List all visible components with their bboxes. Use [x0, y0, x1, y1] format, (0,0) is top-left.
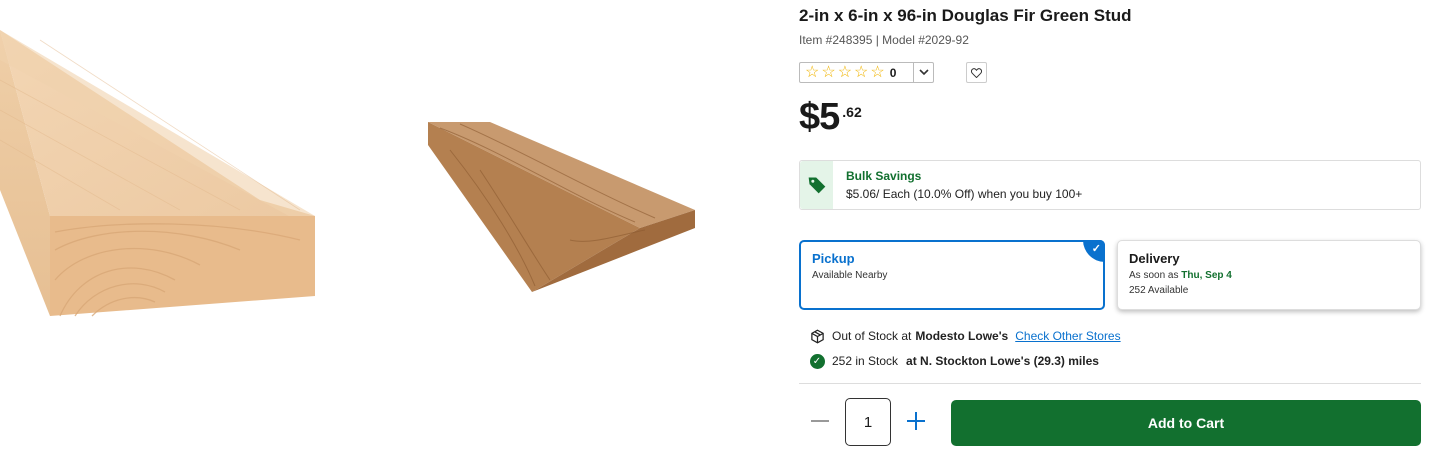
divider	[799, 383, 1421, 384]
item-model-number: Item #248395 | Model #2029-92	[799, 33, 969, 47]
star-icon: ☆	[837, 63, 853, 81]
increase-quantity-button[interactable]	[905, 410, 927, 432]
rating-dropdown[interactable]: ☆ ☆ ☆ ☆ ☆ 0	[799, 62, 934, 83]
delivery-available-count: 252 Available	[1129, 285, 1189, 296]
quantity-input[interactable]	[845, 398, 891, 446]
price-dollars: $5	[799, 96, 840, 138]
delivery-date: Thu, Sep 4	[1181, 270, 1232, 281]
product-image-angled-view[interactable]	[420, 110, 700, 300]
pickup-availability: Available Nearby	[812, 270, 888, 281]
fulfillment-options: Pickup Available Nearby ✓ Delivery As so…	[799, 240, 1421, 310]
star-icon: ☆	[854, 63, 869, 81]
box-icon	[809, 328, 825, 344]
rating-count: 0	[889, 65, 897, 80]
star-icon: ☆	[870, 63, 885, 81]
product-price: $5 .62	[799, 98, 862, 136]
heart-icon	[971, 67, 982, 78]
star-icon: ☆	[805, 63, 820, 81]
local-store-name: Modesto Lowe's	[915, 329, 1009, 343]
chevron-down-icon[interactable]	[913, 63, 933, 82]
stock-status-local: Out of Stock at Modesto Lowe's Check Oth…	[809, 328, 1121, 344]
stock-status-nearby: ✓ 252 in Stock at N. Stockton Lowe's (29…	[809, 353, 1099, 369]
bulk-savings-title: Bulk Savings	[846, 169, 922, 183]
product-info-panel: 2-in x 6-in x 96-in Douglas Fir Green St…	[799, 0, 1421, 453]
product-image-end-view[interactable]	[0, 20, 320, 330]
product-gallery	[0, 0, 760, 453]
nearby-store-name: at N. Stockton Lowe's (29.3) miles	[906, 354, 1099, 368]
delivery-eta: As soon as Thu, Sep 4	[1129, 270, 1409, 281]
minus-icon	[811, 420, 829, 422]
price-cents: .62	[842, 104, 862, 120]
stock-count-text: 252 in Stock	[832, 354, 899, 368]
add-to-cart-button[interactable]: Add to Cart	[951, 400, 1421, 446]
favorite-button[interactable]	[966, 62, 987, 83]
check-other-stores-link[interactable]: Check Other Stores	[1015, 329, 1120, 343]
decrease-quantity-button[interactable]	[809, 410, 831, 432]
check-circle-icon: ✓	[809, 353, 825, 369]
bulk-savings-description: $5.06/ Each (10.0% Off) when you buy 100…	[846, 187, 1083, 201]
bulk-savings-banner: Bulk Savings $5.06/ Each (10.0% Off) whe…	[799, 160, 1421, 210]
delivery-option[interactable]: Delivery As soon as Thu, Sep 4 252 Avail…	[1117, 240, 1421, 310]
pickup-title: Pickup	[812, 251, 855, 266]
delivery-title: Delivery	[1129, 251, 1180, 266]
star-rating: ☆ ☆ ☆ ☆ ☆	[805, 63, 885, 81]
star-icon: ☆	[821, 63, 836, 81]
pickup-option[interactable]: Pickup Available Nearby ✓	[799, 240, 1105, 310]
stock-out-text: Out of Stock at	[832, 329, 912, 343]
tag-icon	[808, 177, 825, 194]
delivery-eta-prefix: As soon as	[1129, 270, 1179, 281]
bulk-icon-container	[800, 161, 833, 209]
product-title: 2-in x 6-in x 96-in Douglas Fir Green St…	[799, 6, 1132, 25]
